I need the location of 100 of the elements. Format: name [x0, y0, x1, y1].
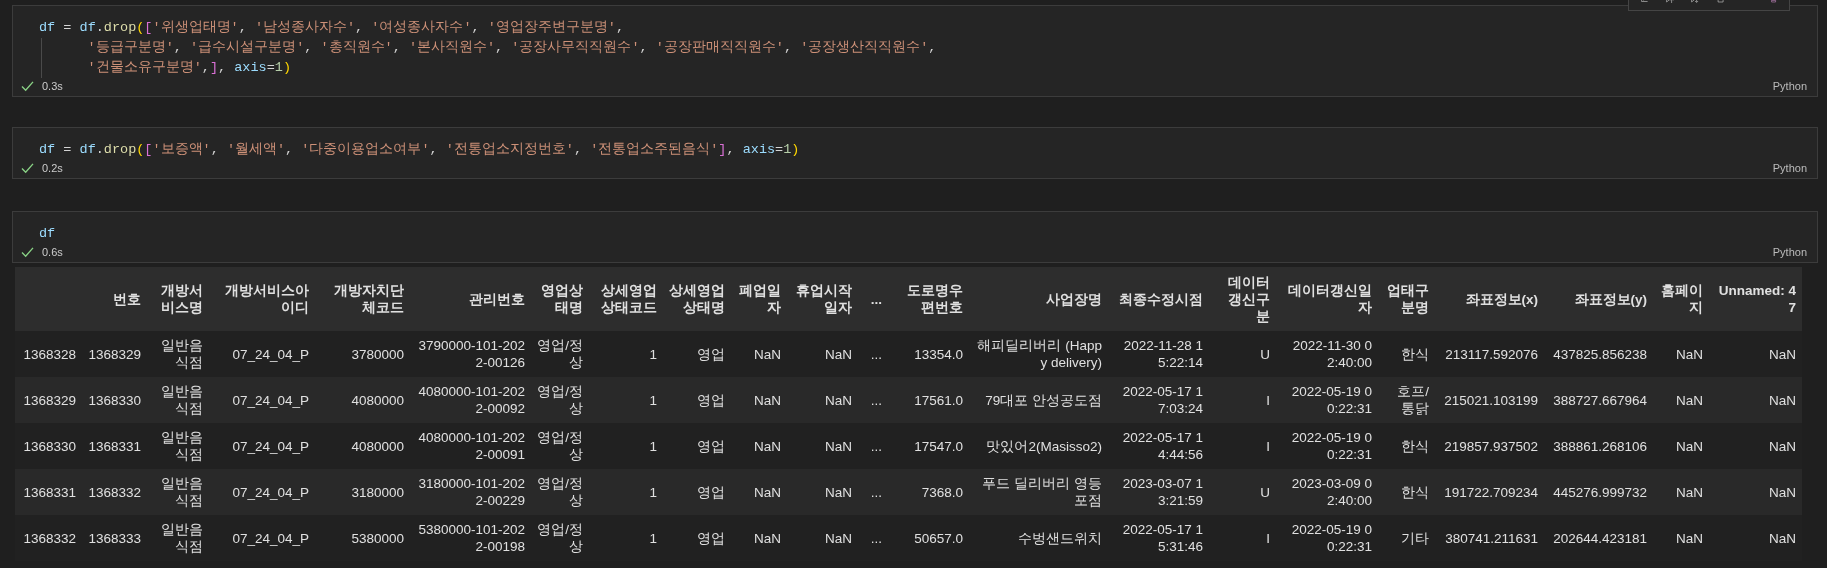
table-cell: NaN: [787, 377, 858, 423]
column-header: 영업상태명: [531, 267, 589, 331]
column-header: 관리번호: [410, 267, 531, 331]
table-cell: ...: [858, 469, 888, 515]
table-cell: 해피딜리버리 (Happy delivery): [969, 331, 1108, 377]
table-cell: 3180000-101-2022-00229: [410, 469, 531, 515]
table-cell: NaN: [1709, 377, 1802, 423]
table-cell: 13354.0: [888, 331, 969, 377]
table-cell: NaN: [787, 331, 858, 377]
table-cell: 푸드 딜리버리 영등포점: [969, 469, 1108, 515]
execution-time: 0.2s: [42, 162, 63, 174]
table-cell: 445276.999732: [1544, 469, 1653, 515]
table-cell: NaN: [1709, 469, 1802, 515]
column-header: 좌표정보(y): [1544, 267, 1653, 331]
table-cell: 호프/통닭: [1378, 377, 1435, 423]
table-cell: U: [1209, 469, 1276, 515]
row-index: 1368328: [15, 331, 82, 377]
table-cell: I: [1209, 423, 1276, 469]
table-cell: NaN: [1709, 331, 1802, 377]
table-cell: 1368331: [82, 423, 147, 469]
table-cell: 맛있어2(Masisso2): [969, 423, 1108, 469]
table-cell: I: [1209, 377, 1276, 423]
table-cell: 1368332: [82, 469, 147, 515]
execution-time: 0.3s: [42, 80, 63, 92]
table-cell: NaN: [1709, 423, 1802, 469]
code-cell[interactable]: df = df.drop(['위생업태명', '남성종사자수', '여성종사자수', '영업장주변구분명', '등급구분명', '급수시설구분명', '총직원수', '본사직원수', '공장사무직직원수', '공장판매직직원수', '공장생산직직원수', '건물소유구분명',], axis=1) 0.3s Python: [12, 5, 1818, 97]
language-label[interactable]: Python: [1772, 162, 1807, 174]
table-cell: 437825.856238: [1544, 331, 1653, 377]
table-cell: 1368330: [82, 377, 147, 423]
column-header: 데이터갱신구분: [1209, 267, 1276, 331]
table-cell: 79대포 안성공도점: [969, 377, 1108, 423]
table-cell: 일반음식점: [147, 423, 209, 469]
column-header: 상세영업상태명: [663, 267, 731, 331]
table-cell: ...: [858, 331, 888, 377]
table-cell: 한식: [1378, 423, 1435, 469]
table-cell: 2022-05-19 00:22:31: [1276, 377, 1378, 423]
column-header: Unnamed: 47: [1709, 267, 1802, 331]
column-header: 사업장명: [969, 267, 1108, 331]
row-index: 1368331: [15, 469, 82, 515]
code-cell[interactable]: df = df.drop(['보증액', '월세액', '다중이용업소여부', '전통업소지정번호', '전통업소주된음식'], axis=1) 0.2s Python: [12, 127, 1818, 179]
table-cell: 4080000-101-2022-00091: [410, 423, 531, 469]
column-header: 최종수정시점: [1108, 267, 1209, 331]
table-cell: 2023-03-09 02:40:00: [1276, 469, 1378, 515]
table-cell: 일반음식점: [147, 469, 209, 515]
table-cell: 388727.667964: [1544, 377, 1653, 423]
table-cell: 388861.268106: [1544, 423, 1653, 469]
column-header: 폐업일자: [731, 267, 787, 331]
table-cell: NaN: [731, 423, 787, 469]
column-header: ...: [858, 267, 888, 331]
table-cell: 3180000: [315, 469, 410, 515]
table-cell: 영업: [663, 469, 731, 515]
table-cell: 2022-05-17 14:44:56: [1108, 423, 1209, 469]
code-cell[interactable]: df 0.6s Python: [12, 211, 1818, 263]
column-header: 휴업시작일자: [787, 267, 858, 331]
column-header: 데이터갱신일자: [1276, 267, 1378, 331]
table-cell: 영업: [663, 331, 731, 377]
table-cell: ...: [858, 423, 888, 469]
table-cell: 영업/정상: [531, 469, 589, 515]
table-cell: 영업/정상: [531, 423, 589, 469]
table-cell: NaN: [731, 469, 787, 515]
column-header: 개방자치단체코드: [315, 267, 410, 331]
table-cell: NaN: [731, 377, 787, 423]
table-cell: NaN: [1653, 377, 1709, 423]
table-cell: 191722.709234: [1435, 469, 1544, 515]
table-cell: 일반음식점: [147, 331, 209, 377]
code-line: df = df.drop(['보증액', '월세액', '다중이용업소여부', '전통업소지정번호', '전통업소주된음식'], axis=1): [39, 141, 801, 159]
table-cell: 4080000: [315, 377, 410, 423]
table-cell: ...: [858, 377, 888, 423]
table-cell: 2022-11-28 15:22:14: [1108, 331, 1209, 377]
code-line: df = df.drop(['위생업태명', '남성종사자수', '여성종사자수', '영업장주변구분명',: [39, 19, 626, 37]
table-cell: 2022-05-17 17:03:24: [1108, 377, 1209, 423]
execution-time: 0.6s: [42, 246, 63, 258]
column-header: 업태구분명: [1378, 267, 1435, 331]
table-cell: 1: [589, 469, 663, 515]
table-cell: 4080000-101-2022-00092: [410, 377, 531, 423]
table-cell: NaN: [787, 469, 858, 515]
column-header: 도로명우편번호: [888, 267, 969, 331]
table-cell: 2022-11-30 02:40:00: [1276, 331, 1378, 377]
table-cell: 213117.592076: [1435, 331, 1544, 377]
table-cell: 한식: [1378, 331, 1435, 377]
table-cell: NaN: [1653, 331, 1709, 377]
column-header: 홈페이지: [1653, 267, 1709, 331]
language-label[interactable]: Python: [1772, 246, 1807, 258]
table-cell: NaN: [787, 423, 858, 469]
table-cell: 2022-05-19 00:22:31: [1276, 423, 1378, 469]
table-cell: 1: [589, 331, 663, 377]
table-cell: 4080000: [315, 423, 410, 469]
column-header: 개방서비스명: [147, 267, 209, 331]
table-cell: 07_24_04_P: [209, 377, 315, 423]
table-cell: 3780000: [315, 331, 410, 377]
table-cell: U: [1209, 331, 1276, 377]
table-cell: 1: [589, 377, 663, 423]
table-cell: 07_24_04_P: [209, 423, 315, 469]
table-cell: 한식: [1378, 469, 1435, 515]
table-cell: 17561.0: [888, 377, 969, 423]
table-cell: NaN: [731, 331, 787, 377]
table-cell: 일반음식점: [147, 377, 209, 423]
table-cell: 1: [589, 423, 663, 469]
table-cell: NaN: [1653, 423, 1709, 469]
language-label[interactable]: Python: [1772, 80, 1807, 92]
